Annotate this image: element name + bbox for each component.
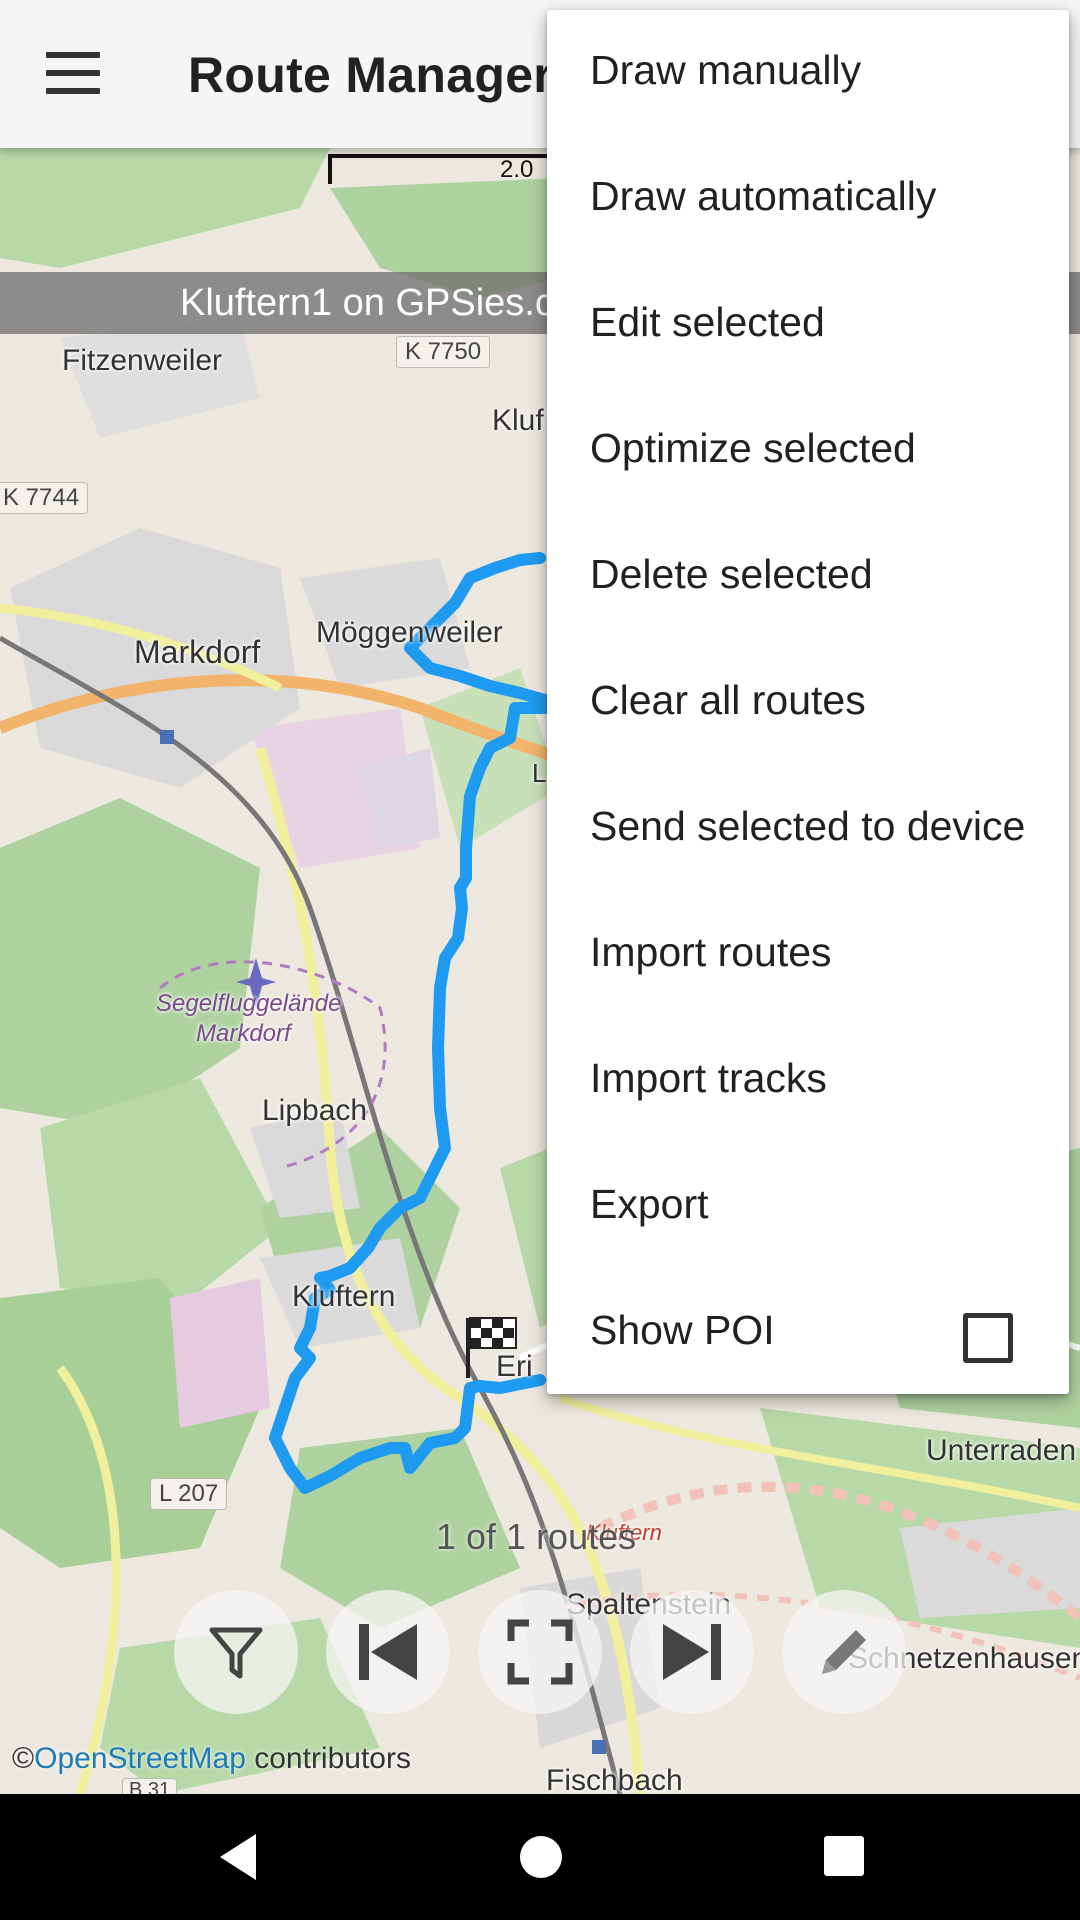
filter-icon: [209, 1627, 263, 1679]
attribution-copyright: ©: [12, 1742, 35, 1775]
menu-item-delete-selected[interactable]: Delete selected: [547, 514, 1069, 640]
menu-item-label: Edit selected: [590, 299, 825, 345]
map-label-moggenweiler: Möggenweiler: [316, 616, 503, 649]
map-label-fischbach: Fischbach: [546, 1764, 683, 1794]
map-label-lipbach: Lipbach: [262, 1094, 368, 1127]
skip-next-icon: [663, 1624, 721, 1680]
menu-item-export[interactable]: Export: [547, 1144, 1069, 1270]
map-label-l: L: [532, 758, 547, 788]
hamburger-menu-icon[interactable]: [46, 52, 100, 94]
system-navigation-bar: [0, 1794, 1080, 1920]
filter-button[interactable]: [174, 1590, 298, 1714]
map-label-kluftern: Kluftern: [292, 1280, 396, 1313]
map-label-segelfluggelande: Segelfluggelände: [156, 990, 342, 1017]
map-attribution: ©OpenStreetMap contributors: [12, 1742, 411, 1776]
fullscreen-icon: [507, 1619, 573, 1685]
menu-item-draw-automatically[interactable]: Draw automatically: [547, 136, 1069, 262]
recents-square-icon[interactable]: [824, 1836, 864, 1876]
menu-item-draw-manually[interactable]: Draw manually: [547, 10, 1069, 136]
pencil-icon: [822, 1630, 866, 1674]
menu-item-label: Optimize selected: [590, 425, 916, 471]
menu-item-label: Send selected to device: [590, 803, 1026, 849]
road-label-b31: B 31: [122, 1778, 178, 1794]
home-circle-icon[interactable]: [520, 1836, 562, 1878]
skip-previous-icon: [359, 1624, 417, 1680]
menu-item-import-tracks[interactable]: Import tracks: [547, 1018, 1069, 1144]
overflow-menu: Draw manually Draw automatically Edit se…: [547, 10, 1069, 1394]
menu-item-label: Clear all routes: [590, 677, 866, 723]
menu-item-label: Delete selected: [590, 551, 873, 597]
menu-item-import-routes[interactable]: Import routes: [547, 892, 1069, 1018]
map-scale-label: 2.0: [500, 156, 534, 183]
menu-item-send-selected-to-device[interactable]: Send selected to device: [547, 766, 1069, 892]
route-count-text: 1 of 1 routes: [436, 1516, 637, 1557]
previous-route-button[interactable]: [326, 1590, 450, 1714]
fullscreen-button[interactable]: [478, 1590, 602, 1714]
menu-item-label: Export: [590, 1181, 709, 1227]
menu-item-show-poi[interactable]: Show POI: [547, 1270, 1069, 1396]
road-label-k7744: K 7744: [0, 482, 89, 514]
next-route-button[interactable]: [630, 1590, 754, 1714]
menu-item-label: Draw manually: [590, 47, 862, 93]
map-label-fitzenweiler: Fitzenweiler: [62, 344, 223, 377]
attribution-suffix: contributors: [245, 1742, 411, 1775]
menu-item-label: Draw automatically: [590, 173, 937, 219]
map-label-eri: Eri: [496, 1350, 533, 1383]
menu-item-label: Import routes: [590, 929, 832, 975]
map-label-markdorf-small: Markdorf: [196, 1020, 291, 1047]
menu-item-label: Import tracks: [590, 1055, 827, 1101]
map-label-markdorf: Markdorf: [134, 634, 261, 670]
app-title: Route Manager: [188, 47, 554, 103]
menu-item-edit-selected[interactable]: Edit selected: [547, 262, 1069, 388]
road-label-k7750: K 7750: [396, 336, 491, 368]
map-label-unterraden: Unterraden: [926, 1434, 1077, 1467]
edit-route-button[interactable]: [782, 1590, 906, 1714]
route-name-text: Kluftern1 on GPSies.c: [180, 282, 554, 324]
menu-item-optimize-selected[interactable]: Optimize selected: [547, 388, 1069, 514]
openstreetmap-link[interactable]: OpenStreetMap: [34, 1742, 246, 1775]
menu-item-label: Show POI: [590, 1307, 775, 1353]
map-label-kluf: Kluf: [492, 404, 544, 437]
show-poi-checkbox[interactable]: [963, 1313, 1013, 1363]
menu-item-clear-all-routes[interactable]: Clear all routes: [547, 640, 1069, 766]
back-triangle-icon[interactable]: [216, 1832, 260, 1882]
road-label-l207: L 207: [150, 1478, 228, 1510]
